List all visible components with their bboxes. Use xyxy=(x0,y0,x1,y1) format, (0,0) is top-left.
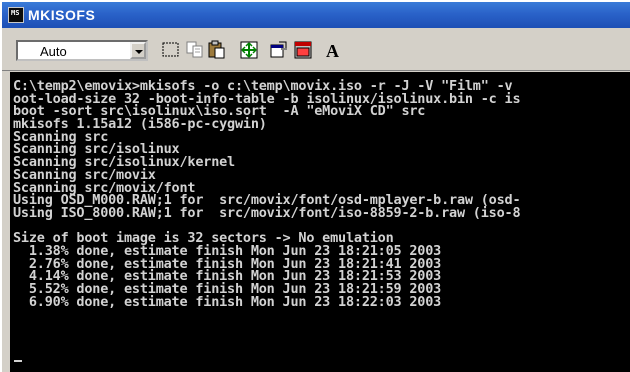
console-icon: MS xyxy=(8,7,24,23)
svg-text:A: A xyxy=(326,41,339,60)
paste-icon xyxy=(208,40,225,59)
chevron-down-icon[interactable] xyxy=(130,42,146,59)
mark-icon xyxy=(162,42,179,57)
window-title: MKISOFS xyxy=(28,7,96,23)
background-button[interactable] xyxy=(290,37,314,61)
text-cursor xyxy=(14,360,22,362)
font-size-value: Auto xyxy=(40,44,67,59)
properties-button[interactable] xyxy=(266,37,290,61)
font-icon: A xyxy=(326,41,339,60)
toolbar: Auto A xyxy=(2,28,630,71)
mark-button[interactable] xyxy=(158,37,182,61)
fullscreen-button[interactable] xyxy=(236,37,260,61)
terminal-line: 6.90% done, estimate finish Mon Jun 23 1… xyxy=(13,293,442,310)
copy-button[interactable] xyxy=(182,37,206,61)
terminal-output[interactable]: C:\temp2\emovix>mkisofs -o c:\temp\movix… xyxy=(10,72,630,372)
console-window: MS MKISOFS Auto A C:\temp2\emovix>mkisof… xyxy=(2,2,630,372)
font-size-select[interactable]: Auto xyxy=(16,40,148,61)
font-button[interactable]: A xyxy=(320,37,344,61)
terminal-line: Using ISO_8000.RAW;1 for src/movix/font/… xyxy=(13,204,521,221)
copy-icon xyxy=(186,41,203,58)
background-icon xyxy=(294,41,312,59)
terminal-text: C:\temp2\emovix>mkisofs -o c:\temp\movix… xyxy=(10,72,630,308)
properties-icon xyxy=(270,41,287,58)
fullscreen-icon xyxy=(240,41,258,59)
title-bar[interactable]: MS MKISOFS xyxy=(2,2,630,28)
paste-button[interactable] xyxy=(204,37,228,61)
